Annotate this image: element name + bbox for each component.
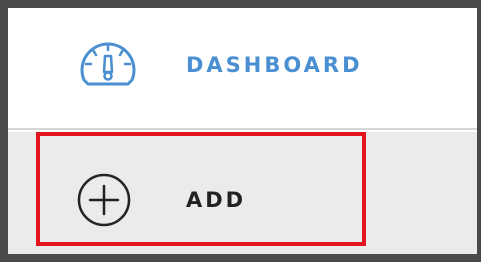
dashboard-gauge-icon [76,36,140,90]
sidebar-item-label: DASHBOARD [186,53,363,77]
sidebar-item-add[interactable]: ADD [8,132,477,254]
sidebar-menu: DASHBOARD ADD [0,0,481,262]
sidebar-item-label: ADD [186,188,247,212]
sidebar-item-dashboard[interactable]: DASHBOARD [8,8,477,130]
plus-circle-icon [72,168,136,232]
